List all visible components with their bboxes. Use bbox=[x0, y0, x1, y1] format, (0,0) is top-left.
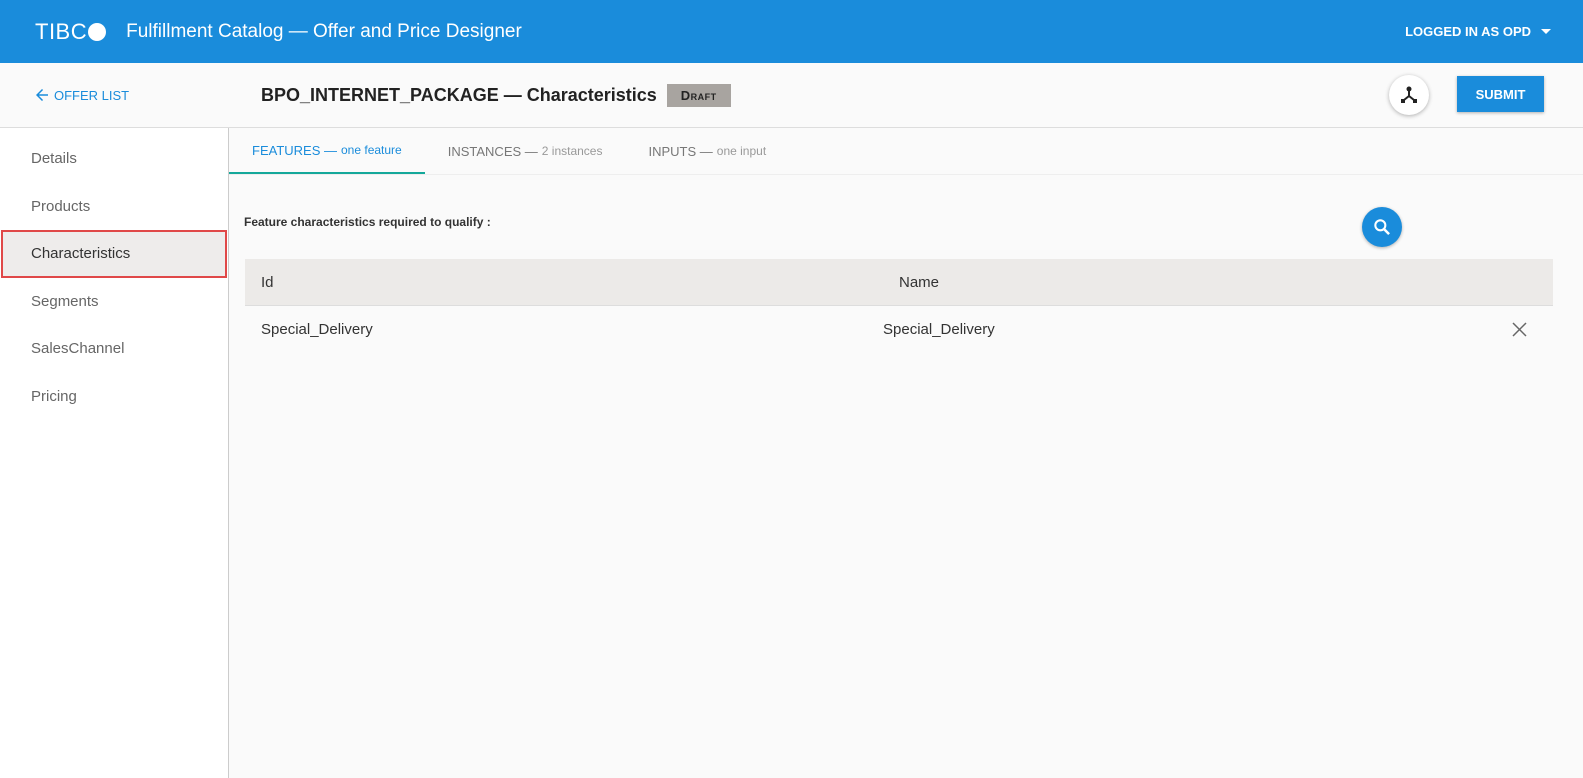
column-header-name: Name bbox=[899, 273, 940, 291]
tab-instances[interactable]: INSTANCES —2 instances bbox=[425, 128, 626, 174]
requirement-label: Feature characteristics required to qual… bbox=[244, 215, 491, 229]
sidebar-item-details[interactable]: Details bbox=[1, 135, 227, 183]
tab-label: INSTANCES — bbox=[447, 143, 538, 159]
page-title-text: BPO_INTERNET_PACKAGE — Characteristics bbox=[261, 84, 657, 105]
top-bar: TIBC Fulfillment Catalog — Offer and Pri… bbox=[0, 0, 1583, 63]
table-row: Special_Delivery Special_Delivery bbox=[245, 306, 1553, 353]
close-icon[interactable] bbox=[1512, 322, 1527, 337]
hierarchy-button[interactable] bbox=[1389, 75, 1429, 115]
table-header: Id Name bbox=[245, 259, 1553, 306]
offer-list-back-link[interactable]: OFFER LIST bbox=[33, 86, 129, 104]
column-header-id: Id bbox=[261, 273, 274, 291]
submit-button[interactable]: SUBMIT bbox=[1457, 76, 1544, 112]
caret-down-icon bbox=[1541, 29, 1551, 34]
hierarchy-icon bbox=[1401, 86, 1417, 103]
sidebar-item-pricing[interactable]: Pricing bbox=[1, 373, 227, 421]
search-icon bbox=[1374, 219, 1390, 235]
main-content: FEATURES — one feature INSTANCES —2 insta… bbox=[229, 128, 1583, 778]
features-table: Id Name Special_Delivery Special_Deliver… bbox=[245, 259, 1553, 353]
user-label: LOGGED IN AS OPD bbox=[1405, 24, 1531, 39]
app-title: Fulfillment Catalog — Offer and Price De… bbox=[126, 20, 522, 42]
sidebar-item-saleschannel[interactable]: SalesChannel bbox=[1, 325, 227, 373]
sidebar-item-products[interactable]: Products bbox=[1, 183, 227, 231]
cell-id: Special_Delivery bbox=[261, 321, 373, 338]
sidebar-item-characteristics[interactable]: Characteristics bbox=[1, 230, 227, 278]
arrow-left-icon bbox=[36, 89, 48, 101]
sub-header: OFFER LIST BPO_INTERNET_PACKAGE — Charac… bbox=[0, 63, 1583, 128]
tab-count: one feature bbox=[341, 143, 402, 157]
tab-count: one input bbox=[716, 144, 767, 158]
tab-label: FEATURES — bbox=[252, 142, 337, 158]
tibco-logo: TIBC bbox=[35, 19, 107, 45]
back-label: OFFER LIST bbox=[54, 87, 130, 103]
sidebar-item-segments[interactable]: Segments bbox=[1, 278, 227, 326]
tab-count: 2 instances bbox=[541, 144, 603, 158]
page-title: BPO_INTERNET_PACKAGE — Characteristics D… bbox=[261, 83, 731, 107]
user-menu[interactable]: LOGGED IN AS OPD bbox=[1405, 24, 1551, 39]
tab-label: INPUTS — bbox=[648, 143, 713, 159]
tab-inputs[interactable]: INPUTS — one input bbox=[625, 128, 789, 174]
sidebar: Details Products Characteristics Segment… bbox=[0, 128, 229, 778]
status-badge: Draft bbox=[666, 83, 731, 107]
cell-name: Special_Delivery bbox=[883, 321, 995, 338]
tab-bar: FEATURES — one feature INSTANCES —2 insta… bbox=[229, 128, 1583, 175]
search-button[interactable] bbox=[1362, 207, 1402, 247]
tab-features[interactable]: FEATURES — one feature bbox=[229, 128, 425, 174]
